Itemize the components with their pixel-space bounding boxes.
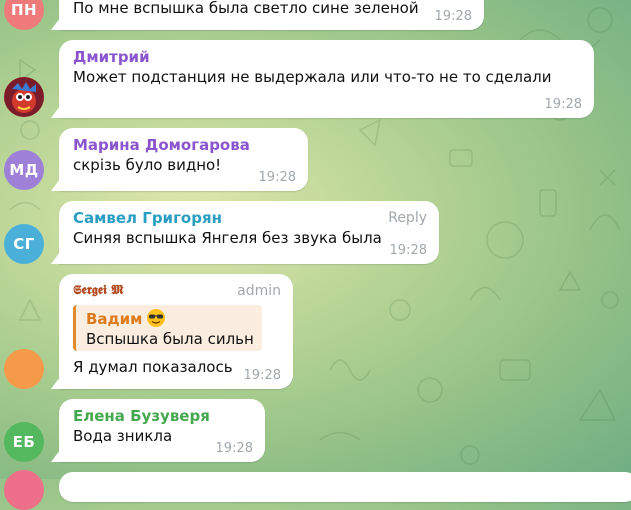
avatar[interactable]: МД	[4, 150, 44, 190]
message-bubble[interactable]: Дмитрий Может подстанция не выдержала ил…	[59, 40, 594, 118]
message-time: 19:28	[215, 441, 253, 456]
message-bubble[interactable]: Самвел Григорян Reply Синяя вспышка Янге…	[59, 201, 439, 264]
message-time: 19:28	[434, 9, 472, 24]
avatar[interactable]: ПН	[4, 0, 44, 30]
message-time: 19:28	[389, 243, 427, 258]
quote-text: Вспышка была сильна...	[86, 330, 254, 348]
message-bubble[interactable]: Елена Бузуверя Вода зникла 19:28	[59, 399, 265, 462]
message-bubble[interactable]: 𝕾𝖊𝖗𝖌𝖊𝖎 𝕸 admin Вадим Вспышка была сильна…	[59, 274, 293, 389]
avatar[interactable]: СГ	[4, 224, 44, 264]
cartoon-avatar-icon	[4, 77, 44, 117]
message-text: Может подстанция не выдержала или что-то…	[73, 68, 552, 86]
message-time: 19:28	[243, 368, 281, 383]
message-text: Синяя вспышка Янгеля без звука была	[73, 229, 382, 247]
message-time: 19:28	[258, 170, 296, 185]
message-bubble[interactable]: Марина Домогарова скрізь було видно! 19:…	[59, 128, 308, 191]
avatar[interactable]	[4, 77, 44, 117]
message-bubble[interactable]	[59, 472, 631, 502]
smiling-face-with-sunglasses-icon	[147, 309, 166, 327]
reply-quote[interactable]: Вадим Вспышка была сильна...	[73, 305, 262, 351]
quote-sender: Вадим	[86, 308, 254, 329]
sender-name[interactable]: Самвел Григорян	[73, 208, 427, 228]
avatar[interactable]: ЕБ	[4, 422, 44, 462]
sender-name[interactable]: Елена Бузуверя	[73, 406, 253, 426]
sender-name[interactable]: Марина Домогарова	[73, 135, 296, 155]
reply-button[interactable]: Reply	[388, 210, 427, 226]
avatar[interactable]	[4, 349, 44, 389]
sender-name[interactable]: Дмитрий	[73, 47, 582, 67]
admin-badge: admin	[237, 283, 281, 299]
message-bubble[interactable]: По мне вспышка была светло сине зеленой …	[59, 0, 484, 30]
message-text: По мне вспышка была светло сине зеленой	[73, 0, 419, 17]
avatar[interactable]	[4, 470, 44, 510]
message-time: 19:28	[544, 97, 582, 112]
